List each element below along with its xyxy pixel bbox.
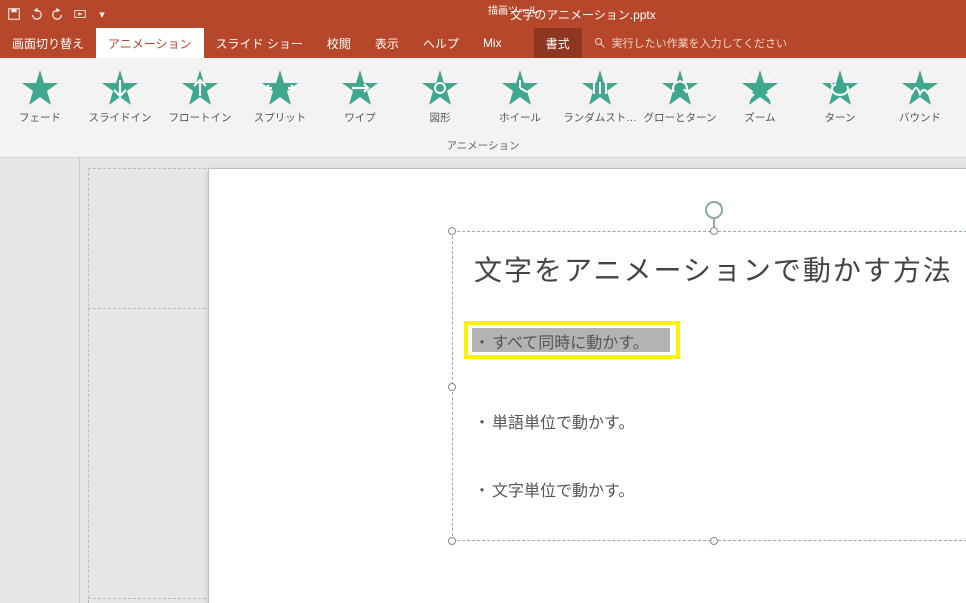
tab-animation[interactable]: アニメーション — [96, 28, 204, 58]
star-icon — [100, 68, 140, 108]
ribbon-group-label: アニメーション — [0, 136, 966, 157]
star-icon — [20, 68, 60, 108]
bullet-item[interactable]: ・文字単位で動かす。 — [474, 477, 634, 501]
star-icon — [660, 68, 700, 108]
start-from-beginning-icon[interactable] — [72, 6, 88, 22]
effect-label: グローとターン — [640, 110, 720, 125]
effect-wheel[interactable]: ホイール — [480, 64, 560, 125]
thumbnail-slot[interactable] — [8, 330, 75, 480]
title-bar: ▾ 描画ツール 文字のアニメーション.pptx — [0, 0, 966, 28]
contextual-tab-group-label: 描画ツール — [470, 2, 556, 17]
effect-label: ターン — [800, 110, 880, 125]
tab-mix[interactable]: Mix — [471, 28, 514, 58]
ribbon-tabs: 画面切り替え アニメーション スライド ショー 校閲 表示 ヘルプ Mix 書式… — [0, 28, 966, 58]
qat-customize-icon[interactable]: ▾ — [94, 6, 110, 22]
slide-canvas[interactable]: 文字をアニメーションで動かす方法 ・すべて同時に動かす。 ・単語単位で動かす。 … — [208, 168, 966, 603]
effect-floatin[interactable]: フロートイン — [160, 64, 240, 125]
animation-gallery[interactable]: フェード スライドイン フロートイン スプリット ワイプ 図形 ホイール ラン — [0, 58, 966, 136]
star-icon — [260, 68, 300, 108]
rotation-handle-icon[interactable] — [703, 199, 725, 221]
slide-title[interactable]: 文字をアニメーションで動かす方法 — [474, 249, 953, 289]
search-icon — [594, 37, 606, 49]
undo-icon[interactable] — [28, 6, 44, 22]
effect-shape[interactable]: 図形 — [400, 64, 480, 125]
star-icon — [820, 68, 860, 108]
slide-thumbnails[interactable] — [0, 158, 80, 603]
resize-handle[interactable] — [448, 227, 456, 235]
effect-label: フロートイン — [160, 110, 240, 125]
tab-screen-transition[interactable]: 画面切り替え — [0, 28, 96, 58]
effect-slidein[interactable]: スライドイン — [80, 64, 160, 125]
star-icon — [500, 68, 540, 108]
star-icon — [740, 68, 780, 108]
effect-turn[interactable]: ターン — [800, 64, 880, 125]
effect-label: 図形 — [400, 110, 480, 125]
effect-grow-turn[interactable]: グローとターン — [640, 64, 720, 125]
search-placeholder: 実行したい作業を入力してください — [612, 35, 787, 51]
star-icon — [180, 68, 220, 108]
effect-label: ホイール — [480, 110, 560, 125]
star-icon — [340, 68, 380, 108]
resize-handle[interactable] — [710, 537, 718, 545]
redo-icon[interactable] — [50, 6, 66, 22]
effect-label: スライドイン — [80, 110, 160, 125]
effect-wipe[interactable]: ワイプ — [320, 64, 400, 125]
effect-bounce[interactable]: バウンド — [880, 64, 960, 125]
effect-label: ランダムスト… — [560, 110, 640, 125]
ribbon: フェード スライドイン フロートイン スプリット ワイプ 図形 ホイール ラン — [0, 58, 966, 158]
effect-zoom[interactable]: ズーム — [720, 64, 800, 125]
effect-label: ズーム — [720, 110, 800, 125]
effect-split[interactable]: スプリット — [240, 64, 320, 125]
save-icon[interactable] — [6, 6, 22, 22]
star-icon — [900, 68, 940, 108]
content-area: 文字をアニメーションで動かす方法 ・すべて同時に動かす。 ・単語単位で動かす。 … — [0, 158, 966, 603]
resize-handle[interactable] — [448, 537, 456, 545]
effect-fade[interactable]: フェード — [0, 64, 80, 125]
quick-access-toolbar: ▾ — [0, 6, 116, 22]
star-icon — [420, 68, 460, 108]
resize-handle[interactable] — [448, 383, 456, 391]
tell-me-search[interactable]: 実行したい作業を入力してください — [582, 28, 799, 58]
tab-format[interactable]: 書式 — [534, 28, 582, 58]
tab-view[interactable]: 表示 — [363, 28, 411, 58]
effect-label: バウンド — [880, 110, 960, 125]
resize-handle[interactable] — [710, 227, 718, 235]
tab-slideshow[interactable]: スライド ショー — [204, 28, 315, 58]
bullet-item[interactable]: ・単語単位で動かす。 — [474, 409, 634, 433]
thumbnail-slot[interactable] — [8, 168, 75, 318]
slide-editor[interactable]: 文字をアニメーションで動かす方法 ・すべて同時に動かす。 ・単語単位で動かす。 … — [80, 158, 966, 603]
bullet-item[interactable]: ・すべて同時に動かす。 — [474, 329, 649, 353]
effect-label: フェード — [0, 110, 80, 125]
effect-label: ワイプ — [320, 110, 400, 125]
star-icon — [580, 68, 620, 108]
tab-help[interactable]: ヘルプ — [411, 28, 471, 58]
effect-random-stripes[interactable]: ランダムスト… — [560, 64, 640, 125]
effect-label: スプリット — [240, 110, 320, 125]
tab-review[interactable]: 校閲 — [315, 28, 363, 58]
